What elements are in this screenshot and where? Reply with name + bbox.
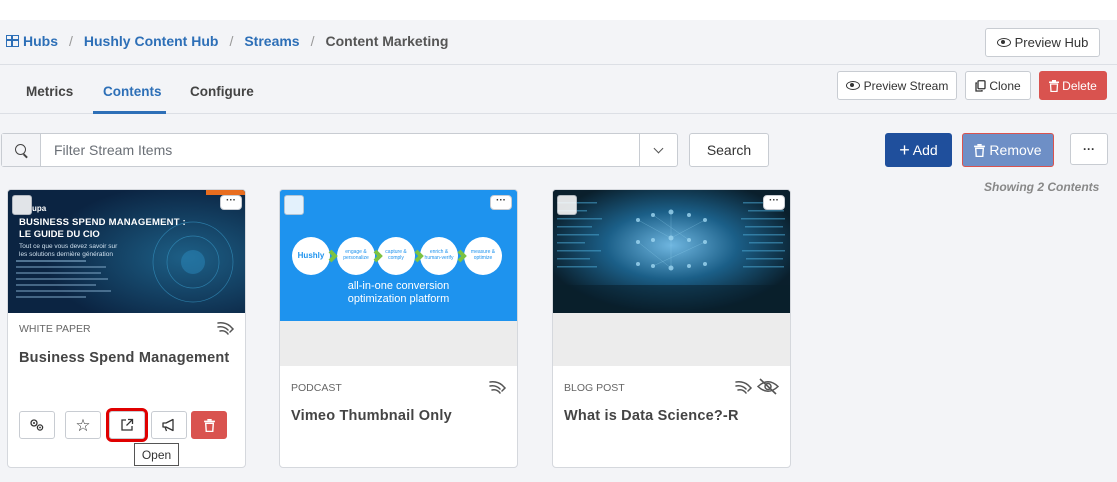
breadcrumb-bar: Hubs / Hushly Content Hub / Streams / Co…: [0, 20, 1117, 65]
thumb-logo: upa: [32, 204, 47, 213]
eye-icon: [996, 38, 1011, 47]
content-type-label: WHITE PAPER: [19, 323, 91, 335]
hushly-icon: [735, 381, 753, 394]
trash-icon: [203, 418, 215, 432]
showing-count: Showing 2 Contents: [984, 180, 1100, 194]
card-thumbnail: upa BUSINESS SPEND MANAGEMENT : LE GUIDE…: [8, 190, 245, 313]
content-card[interactable]: upa BUSINESS SPEND MANAGEMENT : LE GUIDE…: [7, 189, 246, 468]
thumb-tagline: all-in-one conversion: [347, 280, 450, 292]
tabs-bar: Metrics Contents Configure Preview Strea…: [0, 66, 1117, 114]
remove-button[interactable]: Remove: [962, 133, 1054, 167]
thumb-tagline-2: optimization platform: [347, 293, 450, 305]
star-icon: ☆: [75, 415, 91, 435]
thumb-headline-2: LE GUIDE DU CIO: [19, 229, 100, 240]
content-type-label: PODCAST: [291, 382, 342, 394]
eye-icon: [845, 81, 860, 90]
open-button[interactable]: [106, 408, 148, 442]
thumb-step: capture & comply: [385, 249, 407, 261]
tab-configure[interactable]: Configure: [190, 84, 254, 99]
filter-stream-items-input[interactable]: [42, 134, 640, 166]
card-placeholder-band: [280, 321, 517, 366]
content-card[interactable]: ··· BLOG POST What is Data Science?-R: [552, 189, 791, 468]
clone-button[interactable]: Clone: [965, 71, 1031, 100]
thumbnail-graphic: [553, 190, 790, 313]
card-thumbnail: Hushly engage & personalize capture & co…: [280, 190, 517, 321]
copy-icon: [975, 79, 986, 92]
add-button[interactable]: + Add: [885, 133, 952, 167]
more-options-button[interactable]: ···: [1070, 133, 1108, 165]
select-checkbox[interactable]: [12, 195, 32, 215]
hushly-icon: [217, 322, 235, 335]
trash-icon: [1049, 79, 1060, 92]
breadcrumb-separator: /: [310, 33, 315, 49]
preview-hub-button[interactable]: Preview Hub: [985, 28, 1100, 57]
breadcrumb-hub[interactable]: Hushly Content Hub: [84, 33, 219, 49]
delete-content-button[interactable]: [191, 411, 227, 439]
card-placeholder-band: [553, 313, 790, 366]
favorite-button[interactable]: ☆: [65, 411, 101, 439]
hidden-eye-icon: [756, 378, 780, 395]
card-thumbnail: [553, 190, 790, 313]
hushly-icon: [489, 381, 507, 394]
tab-metrics[interactable]: Metrics: [26, 84, 73, 99]
trash-icon: [974, 143, 986, 157]
content-title: Business Spend Management: [19, 350, 230, 366]
top-strip: [0, 0, 1117, 20]
content-type-label: BLOG POST: [564, 382, 625, 394]
select-checkbox[interactable]: [284, 195, 304, 215]
thumb-step: engage & personalize: [343, 249, 369, 261]
thumb-step: measure & optimize: [470, 249, 496, 261]
filter-bar: [1, 133, 678, 167]
content-title: Vimeo Thumbnail Only: [291, 408, 452, 424]
card-menu-button[interactable]: ···: [490, 195, 512, 210]
breadcrumb-separator: /: [69, 33, 73, 49]
megaphone-icon: [162, 418, 174, 432]
chevron-down-icon: [653, 143, 664, 153]
thumb-subtext: Tout ce que vous devez savoir sur: [19, 243, 118, 250]
tab-contents[interactable]: Contents: [103, 84, 162, 99]
preview-stream-button[interactable]: Preview Stream: [837, 71, 957, 100]
search-button[interactable]: Search: [689, 133, 769, 167]
promote-button[interactable]: [151, 411, 187, 439]
thumb-brand: Hushly: [297, 251, 325, 260]
filter-dropdown-toggle[interactable]: [639, 134, 677, 166]
breadcrumb-streams[interactable]: Streams: [244, 33, 299, 49]
delete-stream-button[interactable]: Delete: [1039, 71, 1107, 100]
select-checkbox[interactable]: [557, 195, 577, 215]
content-title: What is Data Science?-R: [564, 408, 739, 424]
plus-icon: +: [899, 140, 910, 160]
open-tooltip: Open: [134, 443, 179, 466]
breadcrumb: Hubs / Hushly Content Hub / Streams / Co…: [6, 33, 448, 49]
card-menu-button[interactable]: ···: [763, 195, 785, 210]
search-icon: [14, 143, 26, 155]
card-menu-button[interactable]: ···: [220, 195, 242, 210]
filter-search-addon: [2, 134, 41, 166]
thumb-subtext-2: les solutions dernière génération: [19, 251, 113, 258]
grid-icon: [6, 35, 19, 47]
active-tab-indicator: [93, 111, 166, 114]
content-card[interactable]: Hushly engage & personalize capture & co…: [279, 189, 518, 468]
breadcrumb-separator: /: [229, 33, 234, 49]
thumb-step: enrich & human-verify: [424, 249, 454, 261]
settings-icon: [30, 419, 44, 431]
breadcrumb-hubs[interactable]: Hubs: [6, 33, 58, 49]
breadcrumb-current: Content Marketing: [325, 33, 449, 49]
open-external-icon: [121, 418, 134, 431]
settings-button[interactable]: [19, 411, 55, 439]
thumb-headline: BUSINESS SPEND MANAGEMENT :: [19, 217, 186, 228]
